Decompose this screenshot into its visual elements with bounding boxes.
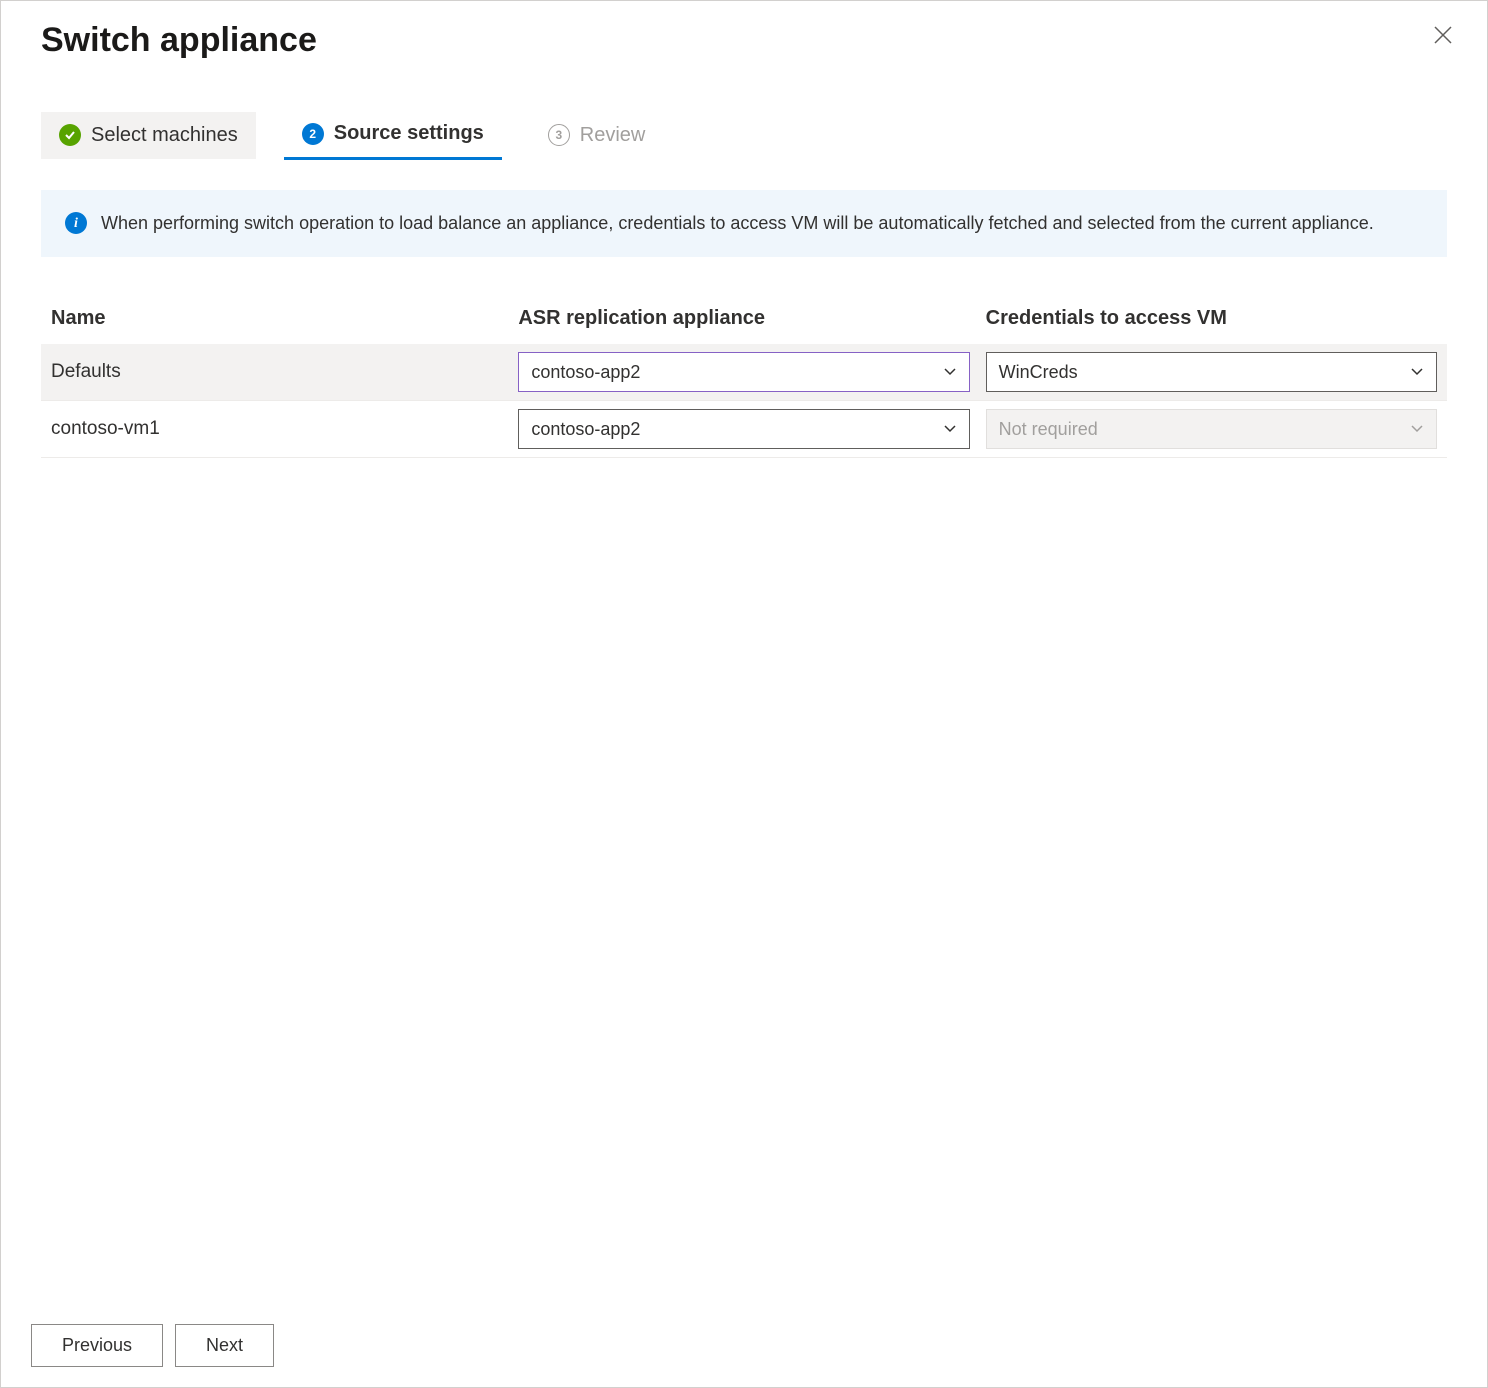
tab-label: Select machines	[91, 124, 238, 147]
col-name: Name	[51, 307, 502, 330]
appliance-dropdown[interactable]: contoso-app2	[518, 352, 969, 392]
dropdown-value: Not required	[999, 419, 1098, 440]
col-appliance: ASR replication appliance	[518, 307, 969, 330]
content-area: i When performing switch operation to lo…	[1, 160, 1487, 1304]
tab-label: Source settings	[334, 122, 484, 145]
chevron-down-icon	[943, 421, 957, 437]
step-number-icon: 3	[548, 124, 570, 146]
page-title: Switch appliance	[41, 21, 317, 60]
check-icon	[59, 124, 81, 146]
tab-label: Review	[580, 124, 646, 147]
table-row: contoso-vm1 contoso-app2 Not required	[41, 401, 1447, 458]
close-icon	[1433, 25, 1453, 45]
appliance-dropdown[interactable]: contoso-app2	[518, 409, 969, 449]
tab-select-machines[interactable]: Select machines	[41, 112, 256, 159]
footer: Previous Next	[1, 1304, 1487, 1387]
previous-button[interactable]: Previous	[31, 1324, 163, 1367]
info-icon: i	[65, 212, 87, 234]
next-button[interactable]: Next	[175, 1324, 274, 1367]
credentials-dropdown[interactable]: WinCreds	[986, 352, 1437, 392]
col-credentials: Credentials to access VM	[986, 307, 1437, 330]
info-text: When performing switch operation to load…	[101, 210, 1374, 237]
chevron-down-icon	[943, 364, 957, 380]
header: Switch appliance	[1, 1, 1487, 70]
dropdown-value: contoso-app2	[531, 419, 640, 440]
table-header: Name ASR replication appliance Credentia…	[41, 307, 1447, 344]
row-name: contoso-vm1	[51, 418, 502, 440]
tab-source-settings[interactable]: 2 Source settings	[284, 110, 502, 160]
chevron-down-icon	[1410, 364, 1424, 380]
wizard-tabs: Select machines 2 Source settings 3 Revi…	[1, 70, 1487, 160]
table-row-defaults: Defaults contoso-app2 WinCreds	[41, 344, 1447, 401]
row-name: Defaults	[51, 361, 502, 383]
step-number-icon: 2	[302, 123, 324, 145]
info-banner: i When performing switch operation to lo…	[41, 190, 1447, 257]
dropdown-value: contoso-app2	[531, 362, 640, 383]
dropdown-value: WinCreds	[999, 362, 1078, 383]
settings-table: Name ASR replication appliance Credentia…	[41, 307, 1447, 458]
tab-review[interactable]: 3 Review	[530, 112, 664, 159]
close-button[interactable]	[1429, 21, 1457, 54]
chevron-down-icon	[1410, 421, 1424, 437]
credentials-dropdown-disabled: Not required	[986, 409, 1437, 449]
switch-appliance-panel: Switch appliance Select machines 2 Sourc…	[0, 0, 1488, 1388]
